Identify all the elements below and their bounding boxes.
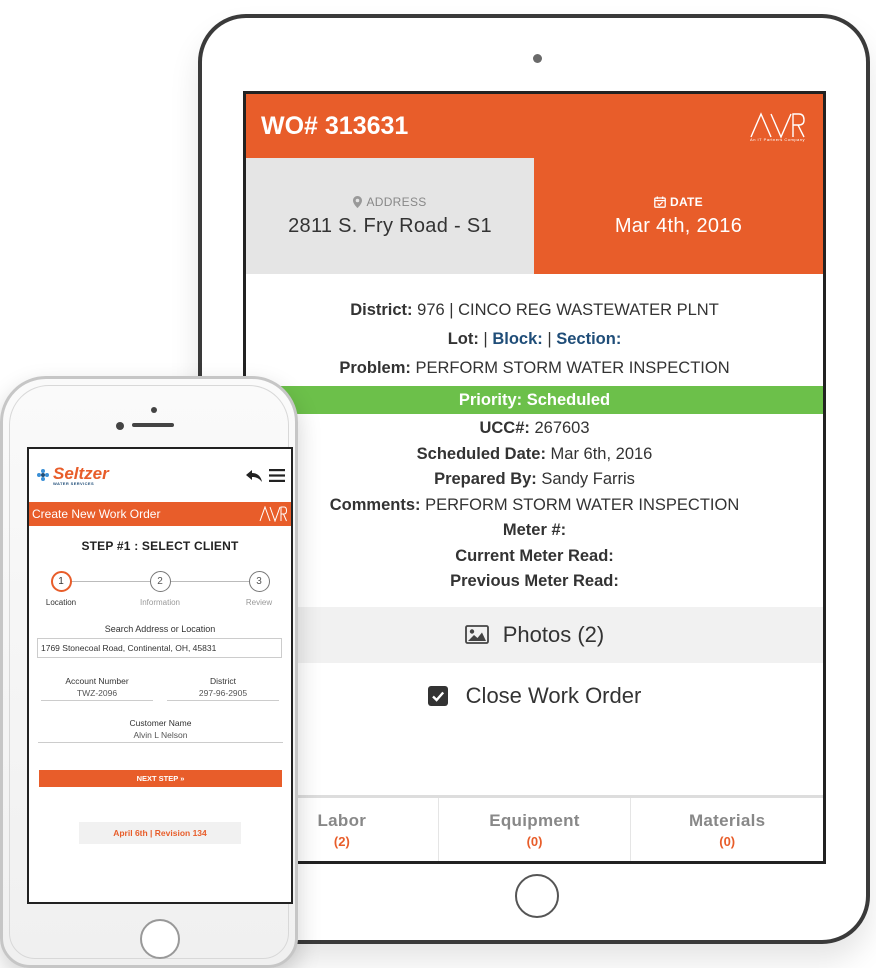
date-label: DATE — [670, 194, 703, 209]
tablet-device: WO# 313631 An IT Partners Company ADDRES… — [198, 14, 870, 944]
current-meter-line: Current Meter Read: — [455, 546, 614, 565]
tablet-camera — [533, 54, 542, 63]
step-progress: 1 Location 2 Information 3 Review — [39, 571, 281, 611]
checkbox-checked-icon — [427, 685, 448, 706]
map-pin-icon — [353, 195, 363, 208]
priority-badge: Priority: Scheduled — [246, 386, 823, 414]
account-district-row: Account Number TWZ-2096 District 297-96-… — [29, 676, 291, 701]
district-field[interactable]: District 297-96-2905 — [167, 676, 279, 701]
date-value: Mar 4th, 2016 — [614, 214, 743, 237]
work-order-details: District: 976 | CINCO REG WASTEWATER PLN… — [246, 274, 823, 383]
phone-top-bar: Seltzer WATER SERVICES — [29, 449, 291, 502]
avr-small-logo — [259, 506, 287, 522]
seltzer-logo: Seltzer WATER SERVICES — [37, 463, 109, 486]
tablet-screen: WO# 313631 An IT Partners Company ADDRES… — [243, 91, 826, 864]
meter-line: Meter #: — [502, 521, 567, 539]
avr-logo-subtext: An IT Partners Company — [750, 136, 805, 142]
close-work-order-label: Close Work Order — [465, 682, 642, 708]
address-label: ADDRESS — [366, 194, 427, 209]
ucc-line: UCC#: 267603 — [479, 419, 590, 437]
address-block: ADDRESS 2811 S. Fry Road - S1 — [246, 158, 534, 274]
close-work-order-toggle[interactable]: Close Work Order — [246, 663, 823, 729]
tablet-home-button[interactable] — [515, 874, 559, 918]
district-line: District: 976 | CINCO REG WASTEWATER PLN… — [350, 301, 719, 319]
step-title: STEP #1 : SELECT CLIENT — [81, 539, 239, 553]
tab-materials[interactable]: Materials (0) — [631, 798, 823, 861]
section-link[interactable]: Section: — [556, 330, 621, 348]
address-date-panel: ADDRESS 2811 S. Fry Road - S1 DATE Mar 4… — [246, 158, 823, 274]
create-work-order-title: Create New Work Order — [32, 507, 161, 521]
calendar-check-icon — [654, 196, 666, 208]
phone-speaker — [132, 423, 174, 427]
create-work-order-bar: Create New Work Order — [29, 502, 291, 526]
lot-block-section-line: Lot: | Block: | Section: — [447, 330, 622, 348]
search-label: Search Address or Location — [104, 624, 216, 634]
photos-button[interactable]: Photos (2) — [246, 606, 823, 663]
previous-meter-line: Previous Meter Read: — [450, 572, 619, 590]
work-order-extra-details: UCC#: 267603 Scheduled Date: Mar 6th, 20… — [246, 416, 823, 595]
back-arrow-icon[interactable] — [245, 469, 263, 483]
next-step-button[interactable]: NEXT STEP » — [39, 770, 282, 787]
seltzer-logo-mark — [37, 469, 50, 482]
work-order-header: WO# 313631 An IT Partners Company — [246, 94, 823, 158]
comments-line: Comments: PERFORM STORM WATER INSPECTION — [329, 495, 740, 514]
phone-device: Seltzer WATER SERVICES Create New Work O… — [0, 376, 298, 968]
step-information[interactable]: 2 Information — [130, 571, 190, 607]
phone-home-button[interactable] — [140, 919, 180, 959]
tab-equipment[interactable]: Equipment (0) — [439, 798, 632, 861]
avr-logo-mark — [750, 111, 805, 139]
account-number-field[interactable]: Account Number TWZ-2096 — [41, 676, 153, 701]
customer-name-field[interactable]: Customer Name Alvin L Nelson — [38, 718, 283, 743]
block-link[interactable]: Block: — [492, 330, 542, 348]
phone-sensor — [116, 422, 124, 430]
revision-badge: April 6th | Revision 134 — [79, 822, 241, 844]
work-order-title: WO# 313631 — [261, 111, 409, 140]
scheduled-date-line: Scheduled Date: Mar 6th, 2016 — [416, 444, 653, 463]
brand-name: Seltzer — [53, 463, 109, 483]
phone-screen: Seltzer WATER SERVICES Create New Work O… — [27, 447, 293, 904]
search-input[interactable]: 1769 Stonecoal Road, Continental, OH, 45… — [37, 638, 282, 658]
step-review[interactable]: 3 Review — [229, 571, 289, 607]
step-location[interactable]: 1 Location — [31, 571, 91, 607]
image-icon — [464, 625, 489, 644]
brand-subtitle: WATER SERVICES — [53, 480, 95, 486]
hamburger-menu-icon[interactable] — [269, 469, 285, 482]
avr-logo: An IT Partners Company — [749, 111, 805, 142]
address-value: 2811 S. Fry Road - S1 — [288, 214, 492, 237]
prepared-by-line: Prepared By: Sandy Farris — [434, 470, 635, 488]
photos-label: Photos (2) — [502, 621, 605, 647]
date-block: DATE Mar 4th, 2016 — [534, 158, 823, 274]
problem-line: Problem: PERFORM STORM WATER INSPECTION — [339, 359, 730, 377]
phone-camera — [151, 407, 157, 413]
resource-tabs: Labor (2) Equipment (0) Materials (0) — [246, 795, 823, 861]
